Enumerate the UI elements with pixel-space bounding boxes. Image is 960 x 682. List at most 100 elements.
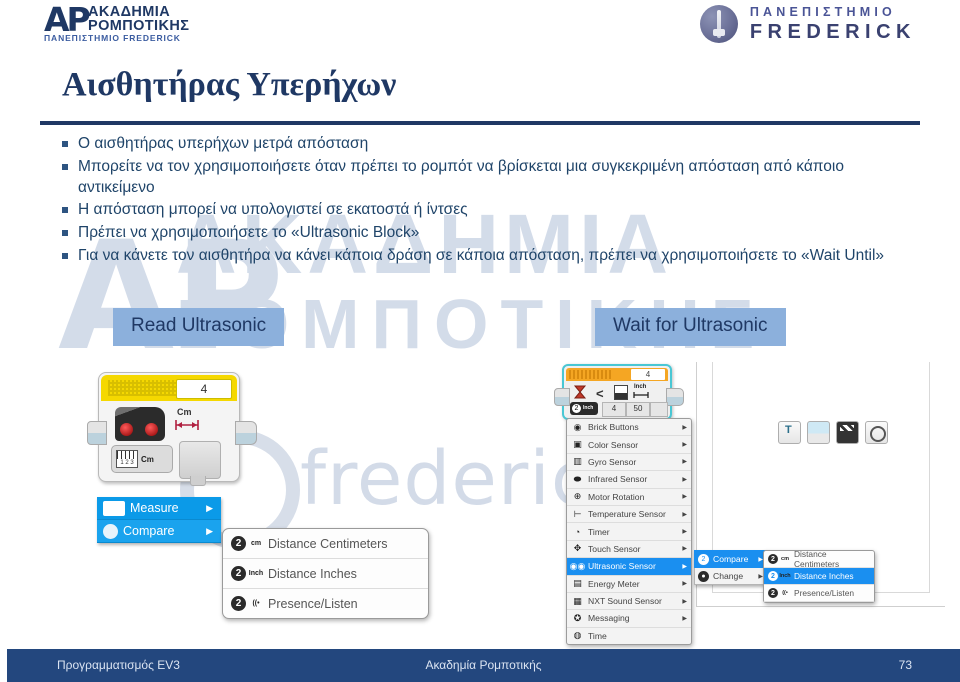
- slide-root: ΑΡ ΑΚΑΔΗΜΙΑ ΡΟΜΠΟΤΙΚΗΣ frederic ΑΡ ΑΚΑΔΗ…: [0, 0, 960, 682]
- sensor-list-item-energy-meter[interactable]: ▤ Energy Meter ▶: [567, 576, 691, 593]
- sensor-list-item-time[interactable]: ◍ Time: [567, 628, 691, 644]
- mode-chip[interactable]: 2 Inch: [570, 402, 598, 415]
- chevron-right-icon: ▶: [682, 581, 687, 588]
- sensor-list-item-messaging[interactable]: ✪ Messaging ▶: [567, 610, 691, 628]
- compare-badge-icon: 2: [231, 596, 246, 611]
- sound-wave-icon: ((•: [252, 600, 260, 607]
- sensor-list-item-label: Timer: [588, 526, 610, 537]
- value-a-field[interactable]: 4: [602, 402, 626, 417]
- ev3-wait-ultrasonic-block[interactable]: 4 < Inch 2 Inch 4 50: [554, 364, 684, 420]
- sensor-list-item-label: Color Sensor: [588, 439, 639, 450]
- submenu-item-label: Distance Centimeters: [794, 549, 840, 569]
- ev3-content-toolbar[interactable]: [778, 421, 888, 444]
- ev3-ultrasonic-measure-block[interactable]: 4 Cm 1 2 3 Cm: [87, 372, 257, 486]
- chevron-right-icon: ▶: [682, 494, 687, 501]
- page-title: Αισθητήρας Υπερήχων: [62, 66, 397, 103]
- sensor-list-item-color-sensor[interactable]: ▣ Color Sensor ▶: [567, 436, 691, 454]
- infrared-sensor-icon: ⬬: [573, 473, 582, 484]
- menu-item-label: Change: [713, 571, 744, 581]
- menu-item-change[interactable]: ● Change ▶: [694, 568, 768, 585]
- bullet-text: Για να κάνετε τον αισθητήρα να κάνει κάπ…: [78, 247, 885, 264]
- threshold-icon: [614, 385, 628, 400]
- sensor-list-item-label: Ultrasonic Sensor: [588, 561, 656, 572]
- block-port-value[interactable]: 4: [631, 369, 665, 380]
- extra-field[interactable]: [650, 402, 668, 417]
- list-item: Για να κάνετε τον αισθητήρα να κάνει κάπ…: [62, 245, 892, 267]
- compare-change-menu[interactable]: 2 Compare ▶ ● Change ▶: [694, 550, 768, 585]
- time-icon: ◍: [573, 630, 582, 641]
- chevron-right-icon: ▶: [682, 442, 687, 449]
- bullet-marker-icon: [62, 133, 78, 155]
- menu-item-compare[interactable]: Compare ▶: [97, 520, 221, 543]
- sound-tool-icon[interactable]: [865, 421, 888, 444]
- sensor-list-item-motor-rotation[interactable]: ⊕ Motor Rotation ▶: [567, 489, 691, 506]
- bullet-text: Η απόσταση μπορεί να υπολογιστεί σε εκατ…: [78, 201, 468, 218]
- sensor-list-item-ultrasonic-sensor[interactable]: ◉◉ Ultrasonic Sensor ▶: [567, 558, 691, 576]
- timer-icon: ◔: [574, 526, 581, 537]
- chevron-right-icon: ▶: [682, 459, 687, 466]
- bullet-marker-icon: [62, 245, 78, 267]
- list-item: Ο αισθητήρας υπερήχων μετρά απόσταση: [62, 133, 892, 155]
- video-tool-icon[interactable]: [836, 421, 859, 444]
- sensor-list-item-label: Messaging: [588, 613, 630, 624]
- chevron-right-icon: ▶: [206, 502, 213, 513]
- sensor-list-item-temperature-sensor[interactable]: ⊢ Temperature Sensor ▶: [567, 506, 691, 524]
- menu-item-label: Measure: [130, 501, 179, 515]
- chevron-right-icon: ▶: [682, 615, 687, 622]
- chevron-right-icon: ▶: [206, 525, 213, 536]
- watermark-frederick-text: frederic: [300, 436, 593, 522]
- title-divider: [40, 121, 920, 125]
- block-mode-label: Cm: [141, 454, 154, 464]
- bullet-text: Ο αισθητήρας υπερήχων μετρά απόσταση: [78, 135, 369, 152]
- ultrasonic-sensor-icon: ◉◉: [569, 560, 586, 571]
- unit-icon: cm: [781, 556, 789, 562]
- distance-submenu[interactable]: 2 cm Distance Centimeters 2 Inch Distanc…: [222, 528, 429, 619]
- sensor-list-item-label: Brick Buttons: [588, 422, 639, 433]
- sensor-list-item-label: Infrared Sensor: [588, 474, 648, 485]
- chevron-right-icon: ▶: [682, 598, 687, 605]
- list-item: Μπορείτε να τον χρησιμοποιήσετε όταν πρέ…: [62, 156, 892, 198]
- menu-item-compare[interactable]: 2 Compare ▶: [694, 550, 768, 568]
- hourglass-icon: [573, 385, 587, 399]
- change-icon: ●: [698, 570, 709, 582]
- sensor-list-item-timer[interactable]: ◔ Timer ▶: [567, 523, 691, 541]
- value-b-field[interactable]: 50: [626, 402, 650, 417]
- compare-badge-icon: 2: [231, 536, 246, 551]
- sensor-list-menu[interactable]: ◉ Brick Buttons ▶ ▣ Color Sensor ▶ ▥ Gyr…: [566, 418, 692, 646]
- submenu-item-label: Distance Inches: [794, 571, 854, 581]
- frederick-logo-text: ΠΑΝΕΠΙΣΤΗΜΙΟ FREDERICK: [750, 6, 916, 42]
- sensor-list-item-brick-buttons[interactable]: ◉ Brick Buttons ▶: [567, 419, 691, 437]
- distance-submenu-right[interactable]: 2 cm Distance Centimeters 2 Inch Distanc…: [763, 549, 875, 603]
- sensor-list-item-label: Touch Sensor: [588, 543, 641, 554]
- block-mode-selector[interactable]: 1 2 3 Cm: [111, 445, 173, 473]
- sensor-list-item-gyro-sensor[interactable]: ▥ Gyro Sensor ▶: [567, 454, 691, 472]
- caption-wait-for-ultrasonic: Wait for Ultrasonic: [595, 308, 786, 346]
- submenu-item-distance-inches[interactable]: 2 Inch Distance Inches: [223, 559, 428, 589]
- menu-item-measure[interactable]: Measure ▶: [97, 497, 221, 520]
- brick-buttons-icon: ◉: [573, 421, 582, 432]
- submenu-item-distance-centimeters[interactable]: 2 cm Distance Centimeters: [764, 549, 874, 569]
- chevron-right-icon: ▶: [682, 529, 687, 536]
- ruler-icon: 1 2 3: [116, 450, 138, 468]
- text-tool-icon[interactable]: [778, 421, 801, 444]
- submenu-item-presence-listen[interactable]: 2 ((• Presence/Listen: [764, 585, 874, 602]
- measure-compare-menu[interactable]: Measure ▶ Compare ▶: [97, 497, 221, 543]
- nxt-sound-sensor-icon: ▦: [573, 595, 582, 606]
- block-port-value[interactable]: 4: [176, 379, 232, 399]
- sensor-list-item-nxt-sound-sensor[interactable]: ▦ NXT Sound Sensor ▶: [567, 593, 691, 611]
- submenu-item-presence-listen[interactable]: 2 ((• Presence/Listen: [223, 589, 428, 618]
- sensor-list-item-infrared-sensor[interactable]: ⬬ Infrared Sensor ▶: [567, 471, 691, 489]
- block-input-plug: [87, 421, 107, 445]
- footer-organization-label: Ακαδημία Ρομποτικής: [425, 658, 542, 672]
- block-unit-label: Cm: [177, 407, 192, 417]
- chevron-right-icon: ▶: [682, 546, 687, 553]
- unit-icon: Inch: [248, 570, 264, 577]
- sensor-list-item-label: Energy Meter: [588, 578, 640, 589]
- list-item: Η απόσταση μπορεί να υπολογιστεί σε εκατ…: [62, 199, 892, 221]
- submenu-item-distance-inches[interactable]: 2 Inch Distance Inches: [764, 568, 874, 585]
- submenu-item-distance-centimeters[interactable]: 2 cm Distance Centimeters: [223, 529, 428, 559]
- sensor-list-item-touch-sensor[interactable]: ✥ Touch Sensor ▶: [567, 541, 691, 559]
- compare-icon: 2: [698, 553, 709, 565]
- unit-icon: cm: [250, 540, 262, 547]
- image-tool-icon[interactable]: [807, 421, 830, 444]
